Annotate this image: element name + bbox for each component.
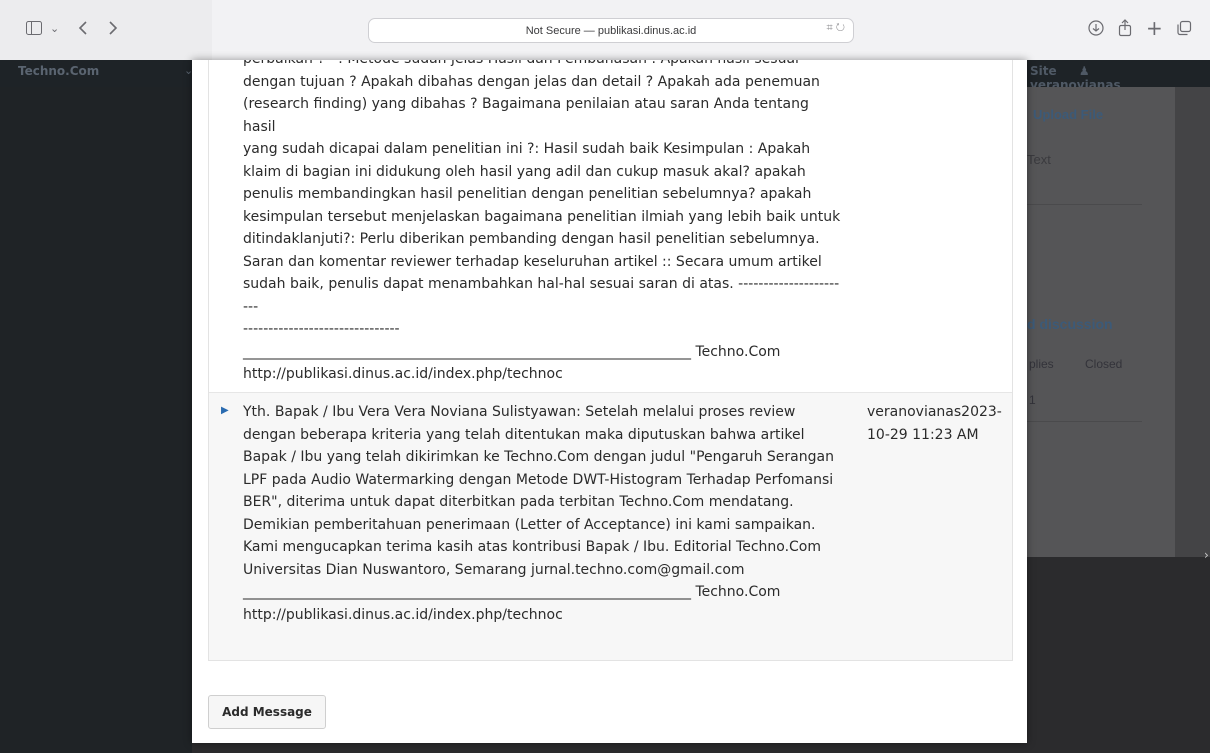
upload-file-link: Upload File xyxy=(1033,107,1104,122)
discussion-heading: d discussion xyxy=(1027,316,1113,332)
site-link: Site xyxy=(1030,64,1057,78)
discussion-modal: perbaikan ? : Metode sudah jelas Hasil d… xyxy=(192,60,1027,743)
background-right-column xyxy=(1175,87,1210,557)
divider xyxy=(1027,421,1142,422)
expand-arrow-icon[interactable]: ▶ xyxy=(221,405,229,416)
translate-icon[interactable]: ⌗ xyxy=(826,22,832,34)
background-panel: Upload File Text d discussion plies Clos… xyxy=(1027,87,1175,557)
chevron-down-icon[interactable]: ⌄ xyxy=(50,16,59,40)
message-meta: veranovianas2023- 10-29 11:23 AM xyxy=(867,404,1002,443)
sidebar-icon[interactable] xyxy=(26,16,42,40)
new-tab-icon[interactable]: + xyxy=(1146,16,1163,40)
url-text: Not Secure — publikasi.dinus.ac.id xyxy=(525,24,697,37)
site-brand: Techno.Com xyxy=(18,64,100,78)
divider xyxy=(209,392,1012,393)
col-closed: Closed xyxy=(1085,357,1123,371)
share-icon[interactable] xyxy=(1118,16,1132,40)
scroll-indicator: › xyxy=(1204,548,1209,562)
message-list[interactable]: perbaikan ? : Metode sudah jelas Hasil d… xyxy=(208,60,1013,661)
address-bar[interactable]: Not Secure — publikasi.dinus.ac.id ⌗ ↻ xyxy=(368,18,854,43)
download-icon[interactable] xyxy=(1088,16,1104,40)
browser-toolbar: ⌄ Not Secure — publikasi.dinus.ac.id ⌗ ↻… xyxy=(0,0,1210,61)
panel-text: Text xyxy=(1027,152,1051,167)
back-icon[interactable] xyxy=(78,16,88,40)
col-replies: plies xyxy=(1029,357,1054,371)
row-value: 1 xyxy=(1029,393,1036,407)
add-message-button[interactable]: Add Message xyxy=(208,695,326,729)
forward-icon[interactable] xyxy=(108,16,118,40)
message-body: Yth. Bapak / Ibu Vera Vera Noviana Sulis… xyxy=(243,404,834,623)
message-body: perbaikan ? : Metode sudah jelas Hasil d… xyxy=(243,60,841,382)
user-icon: ♟ xyxy=(1078,64,1090,78)
reload-icon[interactable]: ↻ xyxy=(836,22,845,34)
divider xyxy=(1027,204,1142,205)
tabs-icon[interactable] xyxy=(1176,16,1192,40)
background-sidebar xyxy=(0,60,192,753)
